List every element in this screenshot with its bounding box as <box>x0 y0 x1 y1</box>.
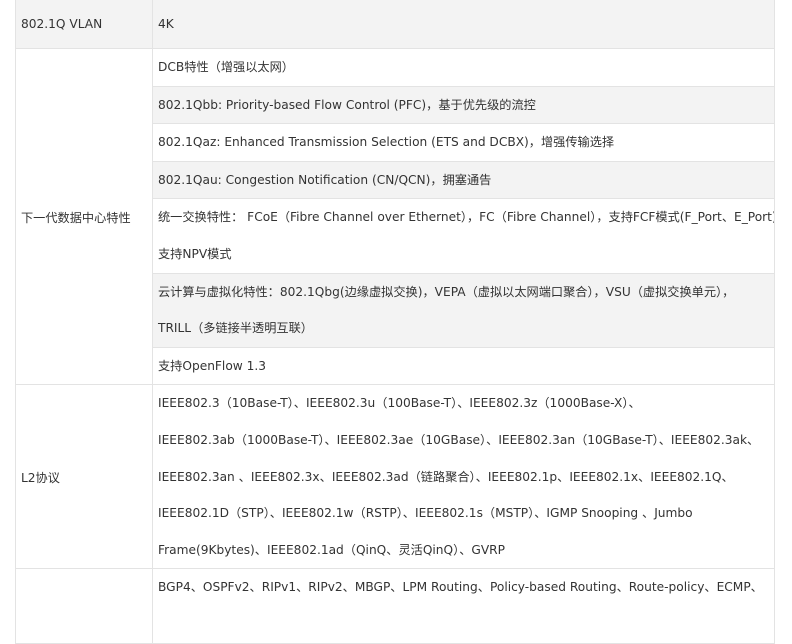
spec-value: 802.1Qau: Congestion Notification (CN/QC… <box>152 160 775 200</box>
spec-value: 802.1Qbb: Priority-based Flow Control (P… <box>152 85 775 125</box>
spec-table: 802.1Q VLAN 4K 下一代数据中心特性 DCB特性（增强以太网） 80… <box>15 0 775 644</box>
spec-value: 802.1Qaz: Enhanced Transmission Selectio… <box>152 123 775 162</box>
spec-value: DCB特性（增强以太网） <box>152 48 775 87</box>
spec-key-label: L2协议 <box>21 470 60 485</box>
spec-value-line: IEEE802.3an 、IEEE802.3x、IEEE802.3ad（链路聚合… <box>158 469 734 484</box>
spec-value-line <box>158 606 774 642</box>
spec-value: 统一交换特性： FCoE（Fibre Channel over Ethernet… <box>152 198 775 274</box>
spec-value-text: 4K <box>158 17 174 31</box>
spec-row-dc: 下一代数据中心特性 DCB特性（增强以太网） <box>15 47 775 386</box>
spec-value-line: Frame(9Kbytes)、IEEE802.1ad（QinQ、灵活QinQ）、… <box>158 542 505 557</box>
spec-value-line: BGP4、OSPFv2、RIPv1、RIPv2、MBGP、LPM Routing… <box>158 580 763 595</box>
spec-value-line: 802.1Qaz: Enhanced Transmission Selectio… <box>158 135 615 150</box>
spec-key-label: 下一代数据中心特性 <box>21 210 131 225</box>
spec-value-line: IEEE802.3（10Base-T）、IEEE802.3u（100Base-T… <box>158 396 641 411</box>
spec-value-line: DCB特性（增强以太网） <box>158 60 294 74</box>
spec-value-line: 云计算与虚拟化特性：802.1Qbg(边缘虚拟交换)，VEPA（虚拟以太网端口聚… <box>158 284 735 299</box>
spec-row-vlan: 802.1Q VLAN 4K <box>15 0 775 49</box>
spec-value: IEEE802.3（10Base-T）、IEEE802.3u（100Base-T… <box>152 384 775 570</box>
spec-value: BGP4、OSPFv2、RIPv1、RIPv2、MBGP、LPM Routing… <box>152 568 775 644</box>
spec-value-line: IEEE802.3ab（1000Base-T）、IEEE802.3ae（10GB… <box>158 432 760 447</box>
spec-key <box>15 568 153 644</box>
spec-value-line: 支持OpenFlow 1.3 <box>158 358 267 373</box>
spec-key-label: 802.1Q VLAN <box>21 17 103 31</box>
spec-row-l2: L2协议 IEEE802.3（10Base-T）、IEEE802.3u（100B… <box>15 384 775 570</box>
spec-value-line: 802.1Qbb: Priority-based Flow Control (P… <box>158 97 536 112</box>
spec-key: L2协议 <box>15 384 153 570</box>
spec-key: 下一代数据中心特性 <box>15 47 153 386</box>
spec-value-line: 统一交换特性： FCoE（Fibre Channel over Ethernet… <box>158 210 775 225</box>
spec-value: 云计算与虚拟化特性：802.1Qbg(边缘虚拟交换)，VEPA（虚拟以太网端口聚… <box>152 272 775 348</box>
spec-value: 支持OpenFlow 1.3 <box>152 346 775 386</box>
spec-key: 802.1Q VLAN <box>15 0 153 49</box>
spec-value-line: 支持NPV模式 <box>158 246 232 261</box>
spec-value-line: IEEE802.1D（STP）、IEEE802.1w（RSTP）、IEEE802… <box>158 506 693 521</box>
spec-value-line: 802.1Qau: Congestion Notification (CN/QC… <box>158 172 492 187</box>
spec-row-l3: BGP4、OSPFv2、RIPv1、RIPv2、MBGP、LPM Routing… <box>15 568 775 644</box>
spec-value-line: TRILL（多链接半透明互联） <box>158 321 313 336</box>
spec-value: 4K <box>152 0 775 49</box>
